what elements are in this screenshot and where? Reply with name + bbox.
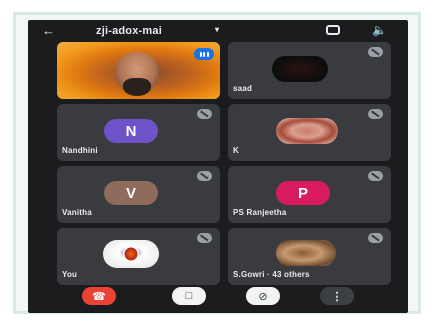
camera-off-icon: □ [185, 290, 193, 302]
participant-photo [276, 118, 338, 144]
participant-name: Vanitha [62, 208, 92, 217]
participant-name: You [62, 270, 78, 279]
more-options-icon: ⋮ [331, 290, 343, 303]
mic-off-icon: ⊘ [258, 290, 268, 303]
mic-off-icon [368, 47, 383, 57]
participant-tile-others[interactable]: S.Gowri · 43 others [228, 228, 391, 285]
participant-name: PS Ranjeetha [233, 208, 287, 217]
mic-toggle-button[interactable]: ⊘ [246, 287, 280, 305]
participant-name: K [233, 146, 239, 155]
mic-off-icon [368, 171, 383, 181]
participant-name: S.Gowri · 43 others [233, 270, 310, 279]
participant-name: saad [233, 84, 253, 93]
participant-beard [123, 78, 151, 96]
chevron-down-icon[interactable]: ▾ [215, 25, 219, 34]
avatar: V [104, 181, 158, 205]
participant-photo [272, 56, 328, 82]
speaker-icon[interactable]: 🔈 [372, 23, 387, 37]
speaking-indicator-icon [194, 48, 214, 60]
more-options-button[interactable]: ⋮ [320, 287, 354, 305]
participant-tile-k[interactable]: K [228, 104, 391, 161]
mic-off-icon [197, 233, 212, 243]
phone-hangup-icon: ☎ [92, 290, 106, 303]
participant-tile-nandhini[interactable]: N Nandhini [57, 104, 220, 161]
participant-tile-vanitha[interactable]: V Vanitha [57, 166, 220, 223]
participant-tile-self-video[interactable] [57, 42, 220, 99]
call-controls: ☎ □ ⊘ ⋮ [28, 279, 408, 313]
camera-toggle-button[interactable]: □ [172, 287, 206, 305]
mic-off-icon [368, 233, 383, 243]
mic-off-icon [197, 109, 212, 119]
arrow-left-icon[interactable]: ← [42, 23, 55, 38]
switch-camera-icon[interactable] [326, 25, 340, 35]
participant-tile-ps-ranjeetha[interactable]: P PS Ranjeetha [228, 166, 391, 223]
participant-tile-you[interactable]: You [57, 228, 220, 285]
meeting-code[interactable]: zji-adox-mai [96, 25, 162, 37]
participant-tile-saad[interactable]: saad [228, 42, 391, 99]
avatar: N [104, 119, 158, 143]
participant-name: Nandhini [62, 146, 98, 155]
mic-off-icon [368, 109, 383, 119]
mic-off-icon [197, 171, 212, 181]
participant-photo [276, 240, 336, 266]
emblem-icon [123, 246, 139, 262]
meet-screen: ← zji-adox-mai ▾ 🔈 saad N Nandhini K V V… [28, 20, 408, 313]
avatar: P [276, 181, 330, 205]
top-bar: ← zji-adox-mai ▾ 🔈 [28, 20, 408, 42]
end-call-button[interactable]: ☎ [82, 287, 116, 305]
